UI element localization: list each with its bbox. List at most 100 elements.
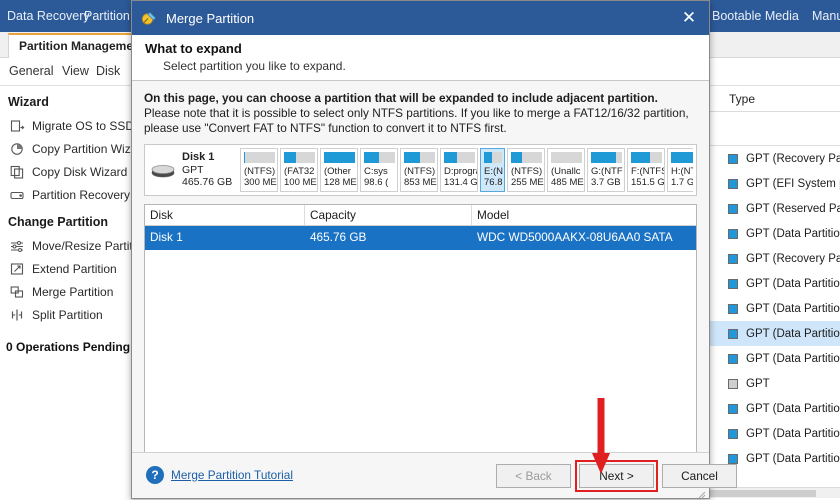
table-row[interactable]: Disk 1 465.76 GB WDC WD5000AAKX-08U6AA0 … xyxy=(145,226,696,250)
partition-cell[interactable]: (NTFS) 853 ME xyxy=(400,148,438,192)
list-item-label: GPT (Recovery Partit xyxy=(746,252,840,265)
cell-model: WDC WD5000AAKX-08U6AA0 SATA xyxy=(477,230,673,244)
column-header-type: Type xyxy=(706,86,840,112)
back-button[interactable]: < Back xyxy=(496,464,571,488)
partition-recovery-icon xyxy=(10,188,25,202)
partition-label: H:(NTF xyxy=(671,166,693,177)
merge-partition-app-icon xyxy=(141,10,158,27)
list-item[interactable]: GPT (Data Partition) xyxy=(706,296,840,321)
list-item-label: GPT (Data Partition) xyxy=(746,302,840,315)
type-swatch-icon xyxy=(728,228,738,239)
partition-label: D:progrà xyxy=(444,166,478,177)
column-header-capacity[interactable]: Capacity xyxy=(305,205,472,225)
type-swatch-icon xyxy=(728,278,738,289)
cell-capacity: 465.76 GB xyxy=(310,230,367,244)
partition-label: (Unallc xyxy=(551,166,581,177)
toolbar-item-general[interactable]: General xyxy=(9,64,53,78)
list-item-label: GPT (Data Partition) xyxy=(746,452,840,465)
usage-bar xyxy=(631,152,662,163)
partition-cell-selected[interactable]: E:(N 76.8 xyxy=(480,148,505,192)
merge-partition-icon xyxy=(10,285,25,299)
scrollbar-thumb[interactable] xyxy=(710,490,816,497)
partition-cell[interactable]: (Unallc 485 ME xyxy=(547,148,585,192)
column-header-disk[interactable]: Disk xyxy=(145,205,305,225)
toolbar-item-view[interactable]: View xyxy=(62,64,89,78)
sidebar: Wizard Migrate OS to SSD/HD Copy Partiti… xyxy=(0,86,155,500)
dialog-footer: ? Merge Partition Tutorial < Back Next >… xyxy=(132,452,737,499)
menu-item-data-recovery[interactable]: Data Recovery xyxy=(7,9,90,23)
sidebar-item-split-partition[interactable]: Split Partition xyxy=(0,303,134,326)
cancel-button[interactable]: Cancel xyxy=(662,464,737,488)
sidebar-item-copy-partition-wizard[interactable]: Copy Partition Wizard xyxy=(0,137,148,160)
disk-name: Disk 1 xyxy=(182,151,215,164)
type-swatch-icon xyxy=(728,403,738,414)
partition-label: (NTFS) xyxy=(404,166,436,177)
list-item[interactable]: GPT (Reserved Partit xyxy=(706,196,840,221)
list-item[interactable]: GPT (Recovery Partit xyxy=(706,246,840,271)
disk-summary-text: Disk 1 GPT 465.76 GB xyxy=(182,151,232,189)
list-item[interactable]: GPT xyxy=(706,371,840,396)
sidebar-item-label: Merge Partition xyxy=(32,284,114,299)
close-icon[interactable]: ✕ xyxy=(679,9,699,29)
disk-table: Disk Capacity Model Disk 1 465.76 GB WDC… xyxy=(144,204,697,476)
type-swatch-icon xyxy=(728,203,738,214)
intro-rest-text: Please note that it is possible to selec… xyxy=(144,106,689,135)
list-item[interactable]: GPT (Data Partition) xyxy=(706,271,840,296)
type-swatch-icon xyxy=(728,328,738,339)
partition-cell[interactable]: F:(NTFS)151.5 GB xyxy=(627,148,665,192)
partition-cell[interactable]: D:progrà131.4 GE xyxy=(440,148,478,192)
usage-bar xyxy=(671,152,693,163)
partition-cell[interactable]: G:(NTF 3.7 GB xyxy=(587,148,625,192)
list-item[interactable]: GPT (Data Partition) xyxy=(706,346,840,371)
intro-bold-text: On this page, you can choose a partition… xyxy=(144,91,658,105)
merge-partition-tutorial-link[interactable]: Merge Partition Tutorial xyxy=(171,468,293,482)
column-header-model[interactable]: Model xyxy=(472,205,696,225)
list-item[interactable]: GPT (Data Partition) xyxy=(706,221,840,246)
partition-cell[interactable]: (Other 128 ME xyxy=(320,148,358,192)
list-item[interactable]: GPT (Data Partition) xyxy=(706,396,840,421)
sidebar-item-migrate-os[interactable]: Migrate OS to SSD/HD xyxy=(0,114,155,137)
usage-bar xyxy=(404,152,435,163)
horizontal-scrollbar[interactable] xyxy=(706,487,840,498)
sidebar-item-move-resize-partition[interactable]: Move/Resize Partition xyxy=(0,234,149,257)
partition-size: 76.8 xyxy=(484,177,503,188)
sidebar-item-extend-partition[interactable]: Extend Partition xyxy=(0,257,134,280)
type-swatch-icon xyxy=(728,453,738,464)
sidebar-item-copy-disk-wizard[interactable]: Copy Disk Wizard xyxy=(0,160,134,183)
extend-partition-icon xyxy=(10,262,25,276)
list-item[interactable]: GPT (Recovery Partit xyxy=(706,146,840,171)
dialog-body: On this page, you can choose a partition… xyxy=(132,81,709,476)
disk-capacity: 465.76 GB xyxy=(182,176,233,189)
list-item[interactable]: GPT (EFI System par xyxy=(706,171,840,196)
partition-cell[interactable]: (NTFS) 300 ME xyxy=(240,148,278,192)
sidebar-item-merge-partition[interactable]: Merge Partition xyxy=(0,280,134,303)
dialog-titlebar: Merge Partition ✕ xyxy=(132,1,709,35)
partition-cell[interactable]: (FAT32 100 ME xyxy=(280,148,318,192)
partition-cell[interactable]: H:(NTF1.7 GB xyxy=(667,148,693,192)
partition-size: 3.7 GB xyxy=(591,177,621,188)
list-item-label: GPT (Reserved Partit xyxy=(746,202,840,215)
partition-label: (FAT32 xyxy=(284,166,315,177)
resize-grip-icon[interactable] xyxy=(697,486,706,499)
partition-size: 100 ME xyxy=(284,177,317,188)
partition-label: (NTFS) xyxy=(244,166,276,177)
sidebar-item-partition-recovery-wizard[interactable]: Partition Recovery Wiz xyxy=(0,183,153,206)
help-icon[interactable]: ? xyxy=(146,466,164,484)
menu-item-manual[interactable]: Manual xyxy=(812,9,840,23)
usage-bar xyxy=(244,152,275,163)
sidebar-item-label: Split Partition xyxy=(32,307,103,322)
split-partition-icon xyxy=(10,308,25,322)
partition-cell[interactable]: C:sys 98.6 ( xyxy=(360,148,398,192)
partition-cells: (NTFS) 300 ME (FAT32 100 ME (Other 128 ME C… xyxy=(240,148,693,192)
usage-bar xyxy=(591,152,622,163)
cell-disk: Disk 1 xyxy=(150,230,183,244)
disk-scheme: GPT xyxy=(182,163,204,176)
list-item[interactable]: GPT (Data Partition) xyxy=(706,421,840,446)
partition-size: 300 ME xyxy=(244,177,277,188)
toolbar-item-disk[interactable]: Disk xyxy=(96,64,120,78)
list-item-label: GPT (Data Partition) xyxy=(746,427,840,440)
list-item-selected[interactable]: GPT (Data Partition) xyxy=(706,321,840,346)
menu-item-bootable-media[interactable]: Bootable Media xyxy=(712,9,799,23)
partition-cell[interactable]: (NTFS) 255 ME xyxy=(507,148,545,192)
type-swatch-icon xyxy=(728,178,738,189)
